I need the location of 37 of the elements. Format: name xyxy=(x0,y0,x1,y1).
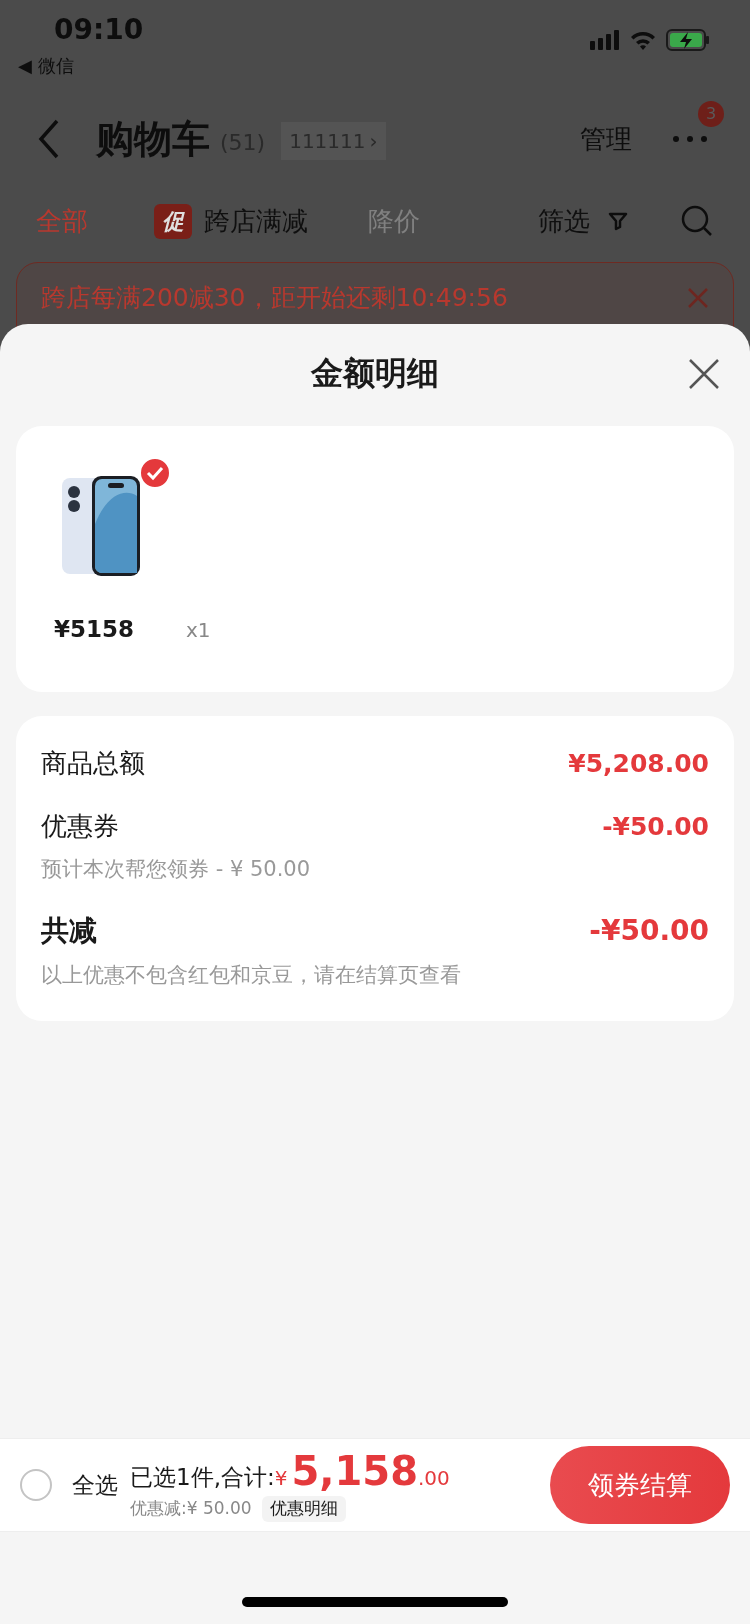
filter-icon xyxy=(608,211,628,231)
select-all-label[interactable]: 全选 xyxy=(72,1467,118,1503)
selected-summary: 已选1件,合计: xyxy=(130,1462,275,1492)
notification-badge: 3 xyxy=(698,101,724,127)
sheet-title: 金额明细 xyxy=(311,353,439,394)
signal-icon xyxy=(590,30,620,50)
summary-value: -¥50.00 xyxy=(589,912,709,949)
filter-tab[interactable]: 全部 xyxy=(36,201,88,241)
promo-text: 跨店每满200减30，距开始还剩10:49:56 xyxy=(41,282,509,315)
summary-value: -¥50.00 xyxy=(602,810,709,843)
summary-value: ¥5,208.00 xyxy=(568,747,709,780)
battery-charging-icon xyxy=(666,29,710,51)
checkout-button[interactable]: 领券结算 xyxy=(550,1446,730,1524)
product-quantity: x1 xyxy=(186,617,211,644)
summary-label: 共减 xyxy=(41,912,97,949)
discount-detail-link[interactable]: 优惠明细 xyxy=(261,1496,346,1522)
more-icon[interactable] xyxy=(672,135,708,143)
status-time: 09:10 xyxy=(53,16,144,44)
search-icon[interactable] xyxy=(680,204,714,238)
filter-tab[interactable]: 筛选 xyxy=(538,201,628,241)
wifi-icon xyxy=(630,30,656,50)
discount-text: 优惠减:¥ 50.00 xyxy=(130,1497,252,1520)
summary-note: 预计本次帮您领券 - ¥ 50.00 xyxy=(41,856,312,883)
filter-tab[interactable]: 促 跨店满减 xyxy=(154,201,308,241)
close-icon[interactable] xyxy=(688,358,720,390)
back-to-app-link[interactable]: ◀ 微信 xyxy=(18,52,144,79)
manage-button[interactable]: 管理 xyxy=(580,119,632,159)
summary-note: 以上优惠不包含红包和京豆，请在结算页查看 xyxy=(41,961,462,989)
summary-label: 商品总额 xyxy=(41,747,145,780)
back-icon[interactable] xyxy=(38,119,60,159)
product-price: ¥5158 xyxy=(54,615,135,644)
promo-badge: 促 xyxy=(154,203,192,239)
page-title: 购物车 xyxy=(96,115,210,163)
summary-label: 优惠券 xyxy=(41,810,119,843)
select-all-radio[interactable] xyxy=(20,1469,52,1501)
total-amount: ¥5,158.00 xyxy=(274,1450,450,1493)
check-icon[interactable] xyxy=(138,456,172,490)
